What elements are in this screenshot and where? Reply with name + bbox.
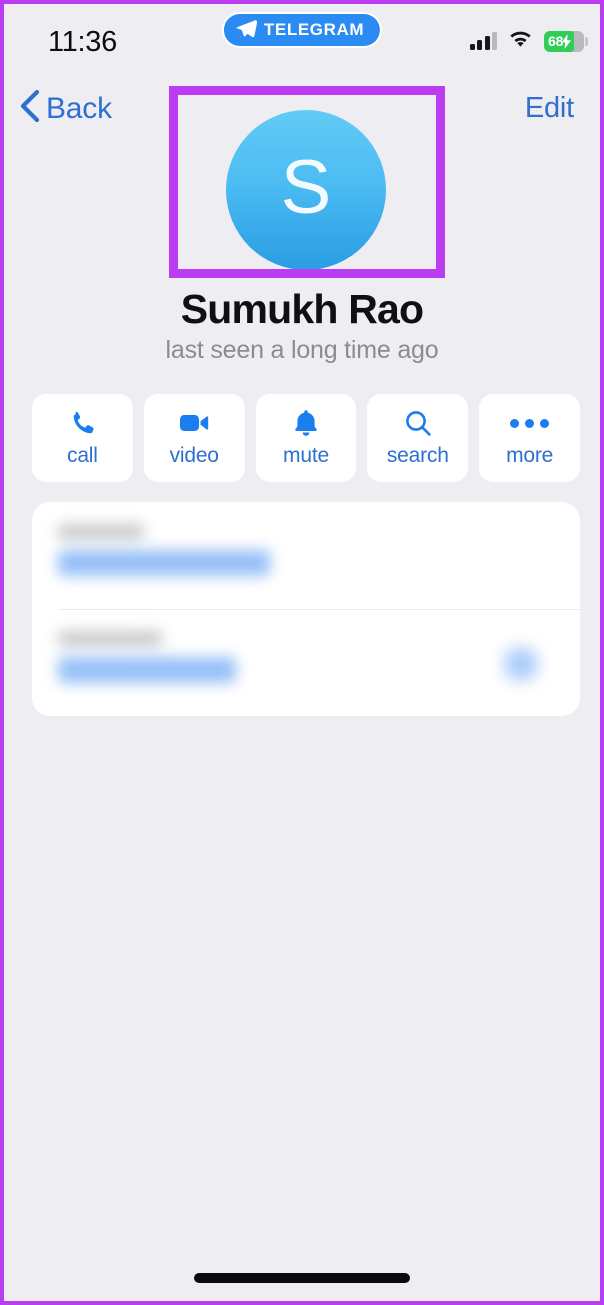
phone-screenshot-frame: 11:36 TELEGRAM 68 Back Edit S Sumukh Rao…: [0, 0, 604, 1305]
back-button-label: Back: [46, 91, 112, 125]
avatar-initial: S: [280, 145, 332, 230]
contact-info-card[interactable]: [32, 502, 580, 716]
telegram-watermark-badge: TELEGRAM: [223, 14, 381, 46]
redacted-value: [58, 550, 270, 576]
cellular-signal-icon: [469, 32, 497, 50]
info-row[interactable]: [32, 609, 580, 716]
chevron-left-icon: [20, 89, 40, 127]
home-indicator: [194, 1273, 410, 1283]
video-camera-icon: [179, 408, 209, 438]
back-button[interactable]: Back: [20, 89, 112, 127]
status-bar-icons: 68: [469, 28, 588, 54]
telegram-watermark-label: TELEGRAM: [263, 20, 365, 39]
battery-percent-label: 68: [548, 33, 564, 49]
search-button[interactable]: search: [367, 394, 469, 482]
status-bar: 11:36 TELEGRAM 68: [4, 4, 600, 76]
more-button[interactable]: more: [479, 394, 580, 482]
avatar[interactable]: S: [226, 110, 386, 270]
call-button[interactable]: call: [32, 394, 133, 482]
profile-last-seen: last seen a long time ago: [165, 336, 439, 364]
redacted-chip: [504, 647, 538, 681]
page-title: Sumukh Rao: [180, 286, 424, 332]
video-button-label: video: [169, 444, 219, 467]
search-button-label: search: [386, 444, 449, 467]
mute-button[interactable]: mute: [255, 394, 357, 482]
paper-plane-icon: [236, 19, 258, 42]
ellipsis-icon: [510, 408, 550, 438]
edit-button[interactable]: Edit: [525, 92, 574, 125]
battery-icon: 68: [544, 30, 588, 52]
magnifier-icon: [404, 408, 432, 438]
mute-button-label: mute: [283, 444, 329, 467]
video-button[interactable]: video: [143, 394, 245, 482]
redacted-label: [58, 631, 162, 647]
phone-icon: [68, 408, 96, 438]
wifi-icon: [508, 29, 533, 53]
redacted-value: [58, 657, 236, 683]
redacted-label: [58, 524, 144, 540]
info-row[interactable]: [32, 502, 580, 609]
status-bar-time: 11:36: [48, 26, 117, 58]
profile-actions-row: call video mute search more: [32, 394, 580, 482]
charging-bolt-icon: [562, 33, 572, 49]
bell-icon: [293, 408, 319, 438]
more-button-label: more: [506, 444, 554, 467]
call-button-label: call: [67, 444, 98, 467]
